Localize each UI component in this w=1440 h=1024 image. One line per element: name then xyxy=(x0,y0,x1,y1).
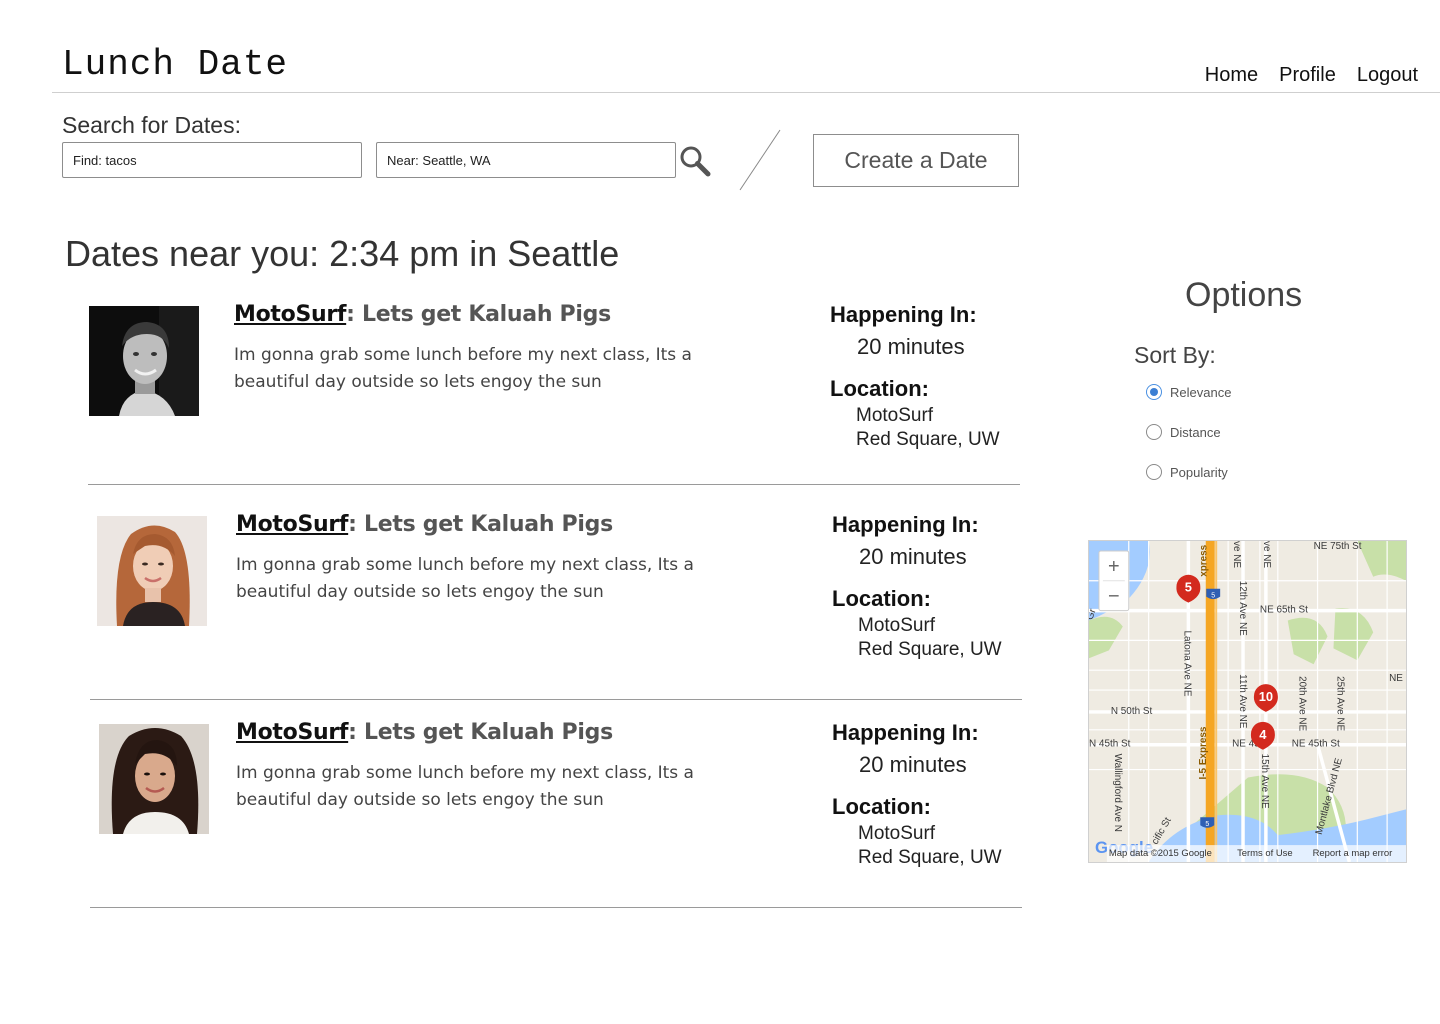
street-label: 11th Ave NE xyxy=(1237,674,1248,729)
street-label: ve NE xyxy=(1261,541,1272,568)
search-label: Search for Dates: xyxy=(62,112,241,138)
search-divider xyxy=(739,129,781,191)
nav-home[interactable]: Home xyxy=(1205,64,1258,87)
radio-icon[interactable] xyxy=(1146,424,1162,440)
location-place: Red Square, UW xyxy=(858,847,1002,868)
page-title: Dates near you: 2:34 pm in Seattle xyxy=(65,233,620,274)
avatar[interactable] xyxy=(97,516,207,626)
street-label: 15th Ave NE xyxy=(1259,754,1270,809)
sort-option-popularity[interactable]: Popularity xyxy=(1146,464,1228,480)
results-map[interactable]: NE 75th St NE 65th St N 50th St N 45th S… xyxy=(1088,540,1407,863)
svg-text:10: 10 xyxy=(1259,689,1273,704)
date-title: MotoSurf: Lets get Kaluah Pigs xyxy=(234,302,611,327)
street-label: NE 65th St xyxy=(1260,605,1308,616)
date-meta: Happening In: 20 minutes Location: MotoS… xyxy=(832,512,1022,662)
street-label: NE 5 xyxy=(1389,673,1407,684)
search-icon[interactable] xyxy=(678,144,712,178)
options-title: Options xyxy=(1185,276,1303,314)
street-label: ve NE xyxy=(1231,541,1242,568)
date-card: MotoSurf: Lets get Kaluah Pigs Im gonna … xyxy=(90,720,1022,908)
near-input[interactable] xyxy=(376,142,676,178)
location-label: Location: xyxy=(832,586,931,611)
date-user-link[interactable]: MotoSurf xyxy=(236,512,348,537)
nav-profile[interactable]: Profile xyxy=(1279,64,1336,87)
zoom-control[interactable]: + − xyxy=(1098,550,1130,612)
street-label: Latona Ave NE xyxy=(1181,630,1192,696)
svg-text:4: 4 xyxy=(1259,727,1267,742)
radio-selected-icon[interactable] xyxy=(1146,384,1162,400)
street-label: xpress xyxy=(1198,544,1209,576)
sort-option-relevance[interactable]: Relevance xyxy=(1146,384,1231,400)
street-label: 25th Ave NE xyxy=(1334,676,1345,731)
top-nav: Home Profile Logout xyxy=(1205,64,1418,87)
zoom-in-icon[interactable]: + xyxy=(1108,556,1120,578)
date-title: MotoSurf: Lets get Kaluah Pigs xyxy=(236,720,613,745)
sort-by-label: Sort By: xyxy=(1134,342,1216,368)
happening-value: 20 minutes xyxy=(859,544,967,569)
location-name: MotoSurf xyxy=(858,823,936,844)
sort-option-label: Popularity xyxy=(1170,464,1228,480)
date-meta: Happening In: 20 minutes Location: MotoS… xyxy=(832,720,1022,870)
street-label: NE 75th St xyxy=(1314,541,1362,552)
happening-label: Happening In: xyxy=(832,512,979,537)
zoom-out-icon[interactable]: − xyxy=(1108,586,1120,608)
date-description: Im gonna grab some lunch before my next … xyxy=(236,763,694,810)
happening-label: Happening In: xyxy=(830,302,977,327)
radio-icon[interactable] xyxy=(1146,464,1162,480)
street-label: NE 45th St xyxy=(1292,739,1340,750)
find-input[interactable] xyxy=(62,142,362,178)
date-meta: Happening In: 20 minutes Location: MotoS… xyxy=(830,302,1020,452)
location-name: MotoSurf xyxy=(856,405,934,426)
happening-value: 20 minutes xyxy=(857,334,965,359)
svg-text:5: 5 xyxy=(1205,821,1209,828)
location-place: Red Square, UW xyxy=(858,639,1002,660)
create-date-button[interactable]: Create a Date xyxy=(813,134,1019,187)
location-place: Red Square, UW xyxy=(856,429,1000,450)
location-label: Location: xyxy=(830,376,929,401)
street-label: I-5 Express xyxy=(1198,726,1209,779)
street-label: N 45th St xyxy=(1089,739,1131,750)
date-title: MotoSurf: Lets get Kaluah Pigs xyxy=(236,512,613,537)
app-logo[interactable]: Lunch Date xyxy=(62,44,288,85)
date-user-link[interactable]: MotoSurf xyxy=(236,720,348,745)
card-divider xyxy=(88,484,1020,485)
date-card: MotoSurf: Lets get Kaluah Pigs Im gonna … xyxy=(90,512,1022,700)
svg-text:5: 5 xyxy=(1211,593,1215,600)
header-divider xyxy=(52,92,1440,93)
location-name: MotoSurf xyxy=(858,615,936,636)
nav-logout[interactable]: Logout xyxy=(1357,64,1418,87)
date-user-link[interactable]: MotoSurf xyxy=(234,302,346,327)
sort-option-label: Relevance xyxy=(1170,384,1232,400)
map-attribution: Map data ©2015 Google xyxy=(1109,848,1212,859)
location-label: Location: xyxy=(832,794,931,819)
happening-value: 20 minutes xyxy=(859,752,967,777)
sort-option-label: Distance xyxy=(1170,424,1221,440)
date-card: MotoSurf: Lets get Kaluah Pigs Im gonna … xyxy=(88,302,1020,485)
card-divider xyxy=(90,907,1022,908)
card-divider xyxy=(90,699,1022,700)
street-label: Wallingford Ave N xyxy=(1112,754,1123,832)
avatar[interactable] xyxy=(89,306,199,416)
street-label: 20th Ave NE xyxy=(1297,676,1308,731)
sort-option-distance[interactable]: Distance xyxy=(1146,424,1221,440)
report-error-link[interactable]: Report a map error xyxy=(1313,848,1393,859)
date-description: Im gonna grab some lunch before my next … xyxy=(236,555,694,602)
street-label: N 50th St xyxy=(1111,706,1153,717)
street-label: 12th Ave NE xyxy=(1237,581,1248,636)
svg-text:5: 5 xyxy=(1185,580,1192,595)
avatar[interactable] xyxy=(99,724,209,834)
terms-link[interactable]: Terms of Use xyxy=(1237,848,1293,859)
date-description: Im gonna grab some lunch before my next … xyxy=(234,345,692,392)
happening-label: Happening In: xyxy=(832,720,979,745)
